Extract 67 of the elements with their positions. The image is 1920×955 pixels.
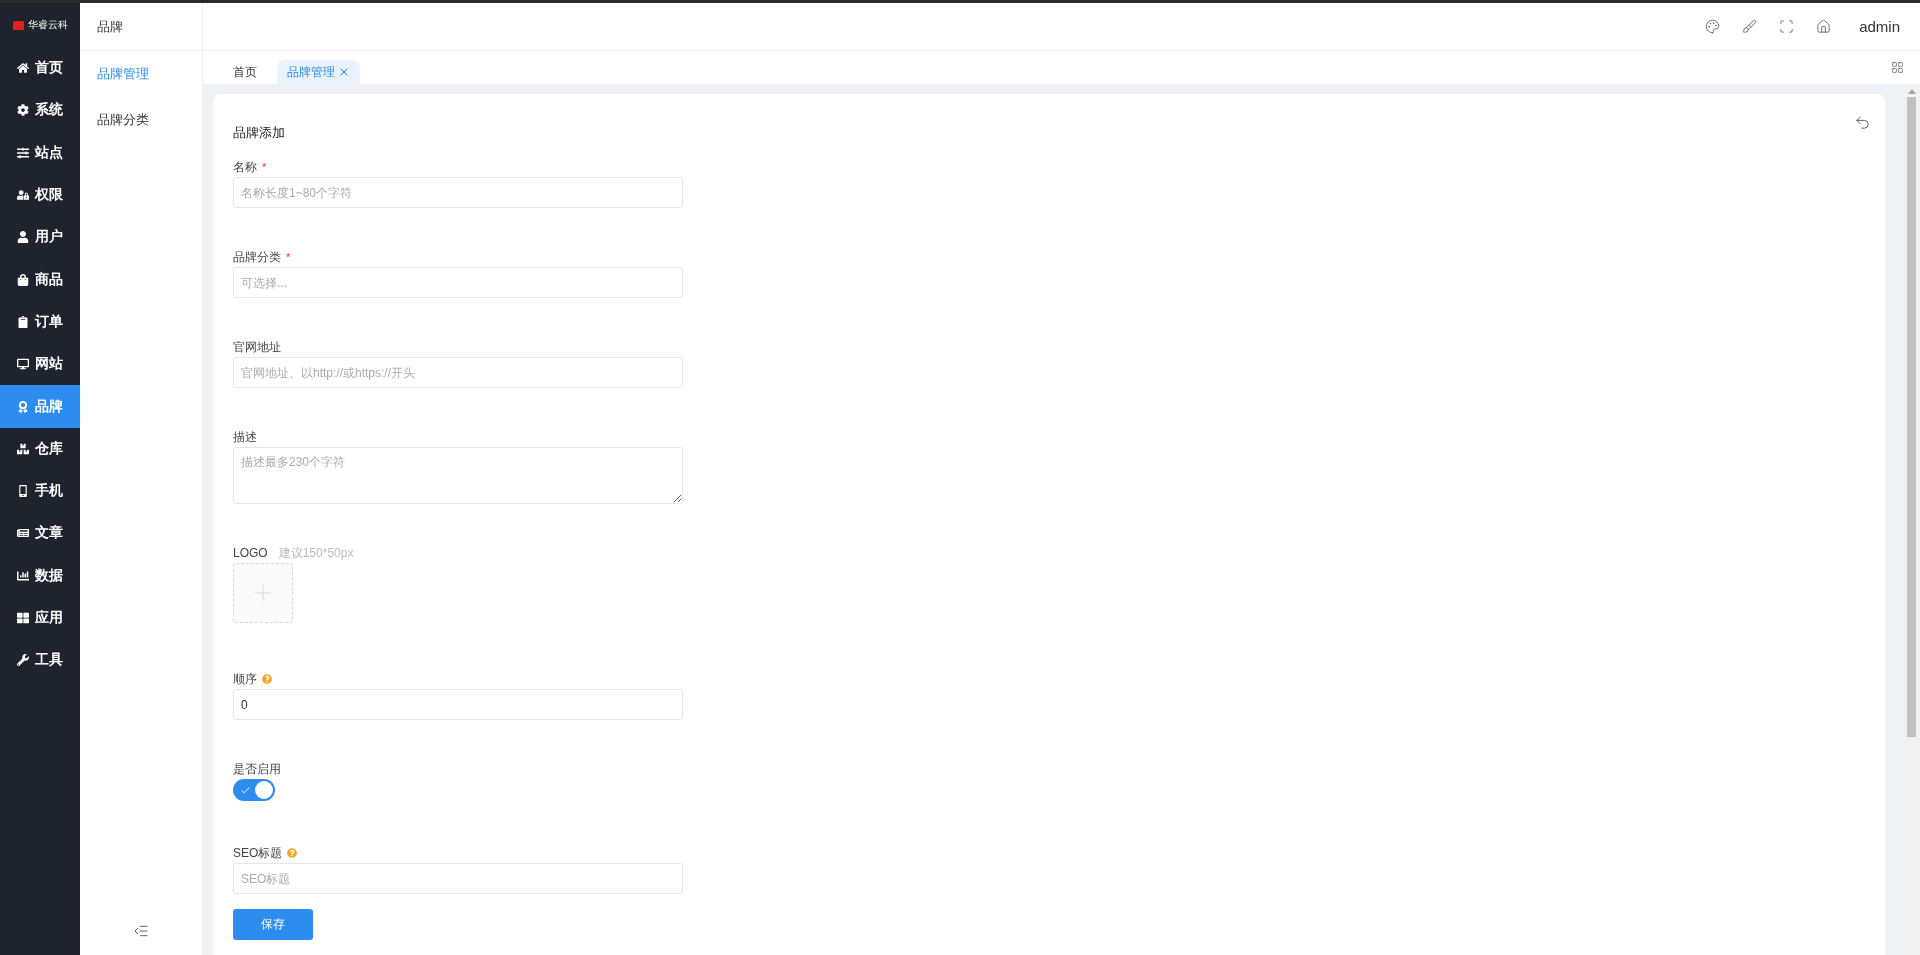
document-icon xyxy=(17,527,29,540)
sidebar-item[interactable]: 仓库 xyxy=(0,427,80,470)
user-name[interactable]: admin xyxy=(1859,18,1900,35)
sidebar-item[interactable]: 权限 xyxy=(0,173,80,217)
boxes-icon xyxy=(17,442,29,455)
text-field[interactable]: SEO标题 xyxy=(233,863,683,894)
phone-icon xyxy=(17,485,29,498)
grid-icon[interactable] xyxy=(1891,61,1904,74)
form-title: 品牌添加 xyxy=(233,124,286,142)
palette-icon[interactable] xyxy=(1705,19,1721,34)
close-icon[interactable] xyxy=(338,66,350,78)
brush-icon[interactable] xyxy=(1742,19,1758,34)
field-label: 描述 xyxy=(233,428,257,446)
logo-icon xyxy=(12,20,24,30)
check-icon xyxy=(240,784,251,796)
sidebar-item[interactable]: 首页 xyxy=(0,47,80,90)
help-icon[interactable] xyxy=(287,848,298,858)
sidebar-item[interactable]: 数据 xyxy=(0,554,80,597)
sidebar-item[interactable]: 系统 xyxy=(0,89,80,132)
clipboard-icon xyxy=(17,315,29,328)
sidebar-item[interactable]: 商品 xyxy=(0,258,80,301)
tab[interactable]: 首页 xyxy=(223,60,267,84)
text-field[interactable]: 0 xyxy=(233,689,683,720)
sidebar-item[interactable]: 用户 xyxy=(0,216,80,259)
field-label: 官网地址 xyxy=(233,338,281,356)
home-icon[interactable] xyxy=(1816,19,1832,34)
wrench-icon xyxy=(17,654,29,667)
user-lock-icon xyxy=(17,189,29,202)
monitor-icon xyxy=(17,358,29,371)
sidebar-item[interactable]: 订单 xyxy=(0,300,80,344)
submenu-item[interactable]: 品牌分类 xyxy=(80,97,202,143)
brand-name: 华睿云科 xyxy=(27,18,68,32)
text-field[interactable]: 可选择... xyxy=(233,267,683,298)
sidebar-item[interactable]: 站点 xyxy=(0,131,80,174)
sidebar-item[interactable]: 网站 xyxy=(0,343,80,386)
bar-chart-icon xyxy=(17,569,29,582)
scrollbar[interactable] xyxy=(1903,84,1920,955)
text-field[interactable]: 名称长度1~80个字符 xyxy=(233,177,683,208)
sidebar-item[interactable]: 应用 xyxy=(0,596,80,640)
required-mark: * xyxy=(286,251,291,263)
field-label: 品牌分类 xyxy=(233,248,281,266)
bag-icon xyxy=(17,273,29,286)
gear-icon xyxy=(17,104,29,117)
help-icon[interactable] xyxy=(262,674,272,684)
field-label: 是否启用 xyxy=(233,760,281,778)
submenu-item[interactable]: 品牌管理 xyxy=(80,51,202,97)
sliders-icon xyxy=(17,146,29,159)
required-mark: * xyxy=(262,161,267,173)
back-icon[interactable] xyxy=(1854,114,1871,131)
field-hint: 建议150*50px xyxy=(278,544,354,562)
grid-icon xyxy=(17,612,29,624)
text-field[interactable]: 官网地址、以http://或https://开头 xyxy=(233,357,683,388)
field-label: 顺序 xyxy=(233,670,257,688)
field-label: SEO标题 xyxy=(233,844,283,862)
field-label: LOGO xyxy=(233,546,268,560)
sidebar-item[interactable]: 工具 xyxy=(0,639,80,682)
user-icon xyxy=(17,231,29,244)
toggle-switch[interactable] xyxy=(233,779,275,801)
home-icon xyxy=(17,62,29,75)
collapse-menu-icon[interactable] xyxy=(133,923,149,939)
submenu-title: 品牌 xyxy=(80,3,202,51)
sidebar-item[interactable]: 手机 xyxy=(0,469,80,513)
award-icon xyxy=(17,400,29,413)
fullscreen-icon[interactable] xyxy=(1779,19,1795,34)
textarea-field[interactable]: 描述最多230个字符 xyxy=(233,447,683,504)
sidebar-item[interactable]: 文章 xyxy=(0,512,80,555)
field-label: 名称 xyxy=(233,158,257,176)
